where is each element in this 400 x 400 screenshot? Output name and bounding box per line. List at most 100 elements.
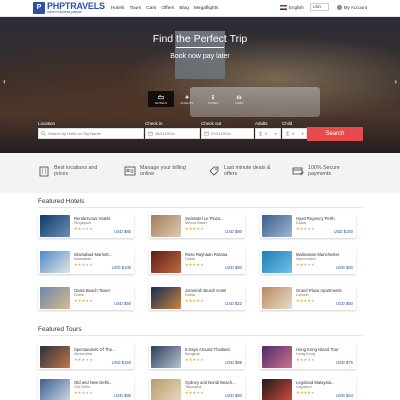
listing-card[interactable]: Islamabad Marriott... Islamabad USD $100 ★★… — [38, 249, 134, 274]
feature-text: Manage your billing online — [140, 165, 186, 177]
listing-thumbnail[interactable] — [262, 379, 292, 400]
tab-cars[interactable]: CARS — [226, 91, 252, 107]
account-menu[interactable]: My Account — [336, 4, 367, 10]
star-icon: ★ — [311, 390, 315, 395]
listing-card[interactable]: Rendezvous Hotels Singapore USD $85 ★★★★★ — [38, 213, 134, 238]
listing-price: USD $80 — [225, 393, 242, 398]
feature-text: 100% Secure payments — [308, 165, 340, 177]
logo[interactable]: P PHPTRAVELS travel business partner — [33, 2, 105, 14]
star-rating: ★★★★★ — [296, 390, 315, 395]
listing-location: Dubai — [185, 257, 195, 261]
listing-thumbnail[interactable] — [40, 346, 70, 368]
checkout-input[interactable]: 07/11/2016 — [201, 128, 254, 139]
listing-thumbnail[interactable] — [40, 251, 70, 273]
hero-divider — [176, 47, 224, 48]
plane-icon — [184, 94, 190, 99]
section-divider — [38, 207, 363, 208]
building-icon — [39, 166, 49, 177]
star-icon: ★ — [200, 262, 204, 267]
listing-thumbnail[interactable] — [40, 215, 70, 237]
listing-thumbnail[interactable] — [151, 346, 181, 368]
listing-card[interactable]: Old and New Delhi... Old Delhi USD $90 ★★★★… — [38, 377, 134, 400]
tab-flights-label: FLIGHTS — [180, 100, 194, 105]
adults-value: 2 — [265, 131, 268, 136]
listing-card[interactable]: Swissotel Le Plaza... Mecca Basel USD $80 ★… — [149, 213, 245, 238]
listing-card[interactable]: Sydney and Bondi Beach... Tasmania USD $80… — [149, 377, 245, 400]
language-selector[interactable]: English — [289, 5, 304, 10]
car-icon — [236, 95, 242, 99]
currency-select[interactable]: USD — [309, 3, 329, 11]
listing-card[interactable]: Oasis Beach Tower Dubai USD $50 ★★★★★ — [38, 285, 134, 310]
listing-thumbnail[interactable] — [151, 251, 181, 273]
listing-thumbnail[interactable] — [40, 287, 70, 309]
listing-location: London — [296, 293, 309, 297]
listing-thumbnail[interactable] — [262, 251, 292, 273]
location-input[interactable]: Search by Hotel or City Name — [38, 128, 144, 139]
listing-card[interactable]: 6 Days Around Thailand Bangkok USD $88 ★★★★… — [149, 344, 245, 369]
star-rating: ★★★★★ — [185, 298, 204, 303]
billing-icon — [124, 166, 136, 176]
hero-title: Find the Perfect Trip — [152, 33, 248, 45]
listing-card[interactable]: Legoland Malaysia... Legoland USD $44 ★★★★★ — [260, 377, 356, 400]
star-rating: ★★★★★ — [185, 226, 204, 231]
star-rating: ★★★★★ — [296, 262, 315, 267]
listing-location: Tasmania — [185, 385, 202, 389]
listing-location: Hong Kong — [296, 352, 315, 356]
star-icon: ★ — [311, 226, 315, 231]
listing-thumbnail[interactable] — [262, 215, 292, 237]
slider-next-icon[interactable]: › — [394, 77, 397, 86]
star-icon: ★ — [89, 298, 93, 303]
star-rating: ★★★★★ — [296, 357, 315, 362]
star-rating: ★★★★★ — [74, 357, 93, 362]
tab-flights[interactable]: FLIGHTS — [174, 91, 200, 107]
listing-location: Old Delhi — [74, 385, 90, 389]
listing-card[interactable]: Hong Kong Island Tour Hong Kong USD $75 ★★★… — [260, 344, 356, 369]
checkin-input[interactable]: 06/11/2016 — [145, 128, 200, 139]
adults-select[interactable]: 2 ▼ — [255, 128, 281, 139]
listing-card[interactable]: Rose Rayhaan Rotana Dubai USD $80 ★★★★★ — [149, 249, 245, 274]
listing-location: Singapore — [74, 221, 92, 225]
listing-thumbnail[interactable] — [262, 287, 292, 309]
search-button[interactable]: Search — [307, 127, 363, 141]
listing-location: Dubai — [74, 293, 84, 297]
tab-tours[interactable]: TOURS — [200, 91, 226, 107]
tab-hotels[interactable]: HOTELS — [148, 91, 174, 107]
feature-billing: Manage your billing online — [124, 165, 190, 177]
listing-thumbnail[interactable] — [262, 346, 292, 368]
slider-prev-icon[interactable]: ‹ — [3, 77, 6, 86]
star-icon: ★ — [200, 390, 204, 395]
menu-item-hotels[interactable]: Hotels — [111, 6, 125, 11]
listing-price: USD $80 — [225, 229, 242, 234]
listing-location: Dubai — [185, 293, 195, 297]
menu-item-blog[interactable]: Blog — [179, 6, 189, 11]
section-divider — [38, 335, 363, 336]
menu-item-cars[interactable]: Cars — [146, 6, 156, 11]
listing-card[interactable]: Hyatt Regency Perth Dubai USD $150 ★★★★★ — [260, 213, 356, 238]
star-rating: ★★★★★ — [74, 390, 93, 395]
listing-price: USD $88 — [225, 360, 242, 365]
user-icon — [285, 131, 290, 136]
menu-item-tours[interactable]: Tours — [129, 6, 141, 11]
logo-tagline: travel business partner — [47, 10, 83, 14]
account-label: My Account — [343, 4, 367, 10]
listing-card[interactable]: Malmaison Manchester Manchester USD $20 ★★★… — [260, 249, 356, 274]
calendar-icon — [148, 131, 153, 136]
listing-price: USD $44 — [336, 393, 353, 398]
search-form: Search by Hotel or City Name 06/11/2016 … — [38, 127, 364, 141]
hotel-icon — [158, 95, 164, 99]
listing-price: USD $75 — [336, 360, 353, 365]
listing-thumbnail[interactable] — [151, 215, 181, 237]
star-rating: ★★★★★ — [185, 262, 204, 267]
user-icon — [258, 131, 263, 136]
menu-item-megaflights[interactable]: Megaflights — [194, 6, 219, 11]
listing-thumbnail[interactable] — [151, 379, 181, 400]
listing-card[interactable]: Spectaculars Of The... Alexandria USD $150… — [38, 344, 134, 369]
tab-hotels-label: HOTELS — [154, 100, 167, 105]
listing-thumbnail[interactable] — [40, 379, 70, 400]
listing-thumbnail[interactable] — [151, 287, 181, 309]
tag-icon — [209, 166, 219, 176]
listing-card[interactable]: Jumeirah Beach Hotel Dubai USD $22 ★★★★★ — [149, 285, 245, 310]
menu-item-offers[interactable]: Offers — [161, 6, 174, 11]
listing-card[interactable]: Grand Plaza Apartments London USD $50 ★★★★★ — [260, 285, 356, 310]
child-select[interactable]: 0 ▼ — [282, 128, 307, 139]
